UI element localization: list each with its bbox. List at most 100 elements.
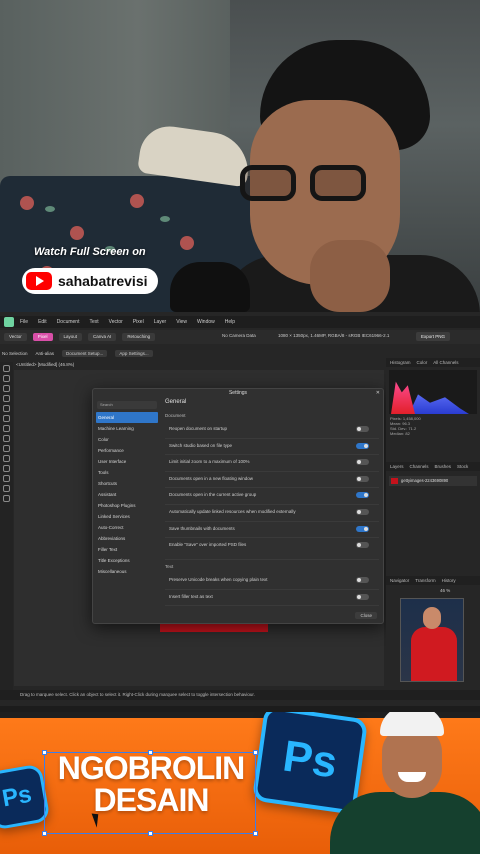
camera-info: No Camera Data: [222, 333, 256, 338]
flower-pattern: [180, 236, 194, 250]
histogram-graph: [389, 370, 477, 414]
app-logo-icon[interactable]: [4, 317, 14, 327]
close-button[interactable]: Close: [355, 612, 377, 619]
layer-item[interactable]: gettyimages-2243690890: [389, 476, 477, 486]
hand-tool-icon[interactable]: [3, 495, 10, 502]
menu-window[interactable]: Window: [197, 319, 215, 325]
resize-handle[interactable]: [148, 750, 153, 755]
tab-histogram[interactable]: Histogram: [390, 360, 411, 365]
lasso-tool-icon[interactable]: [3, 395, 10, 402]
toggle-switch[interactable]: [356, 459, 369, 466]
brush-tool-icon[interactable]: [3, 415, 10, 422]
category-filler-text[interactable]: Filler Text: [96, 544, 158, 555]
tab-channels[interactable]: Channels: [410, 464, 429, 469]
shape-tool-icon[interactable]: [3, 475, 10, 482]
crop-tool-icon[interactable]: [3, 405, 10, 412]
tab-brushes[interactable]: Brushes: [435, 464, 452, 469]
setting-label: Reopen document on startup: [169, 426, 228, 431]
toggle-switch[interactable]: [356, 525, 369, 532]
mode-layout[interactable]: Layout: [58, 333, 83, 341]
export-png-button[interactable]: Export PNG: [416, 332, 451, 341]
category-machine-learning[interactable]: Machine Learning: [96, 423, 158, 434]
app-settings-button[interactable]: App Settings...: [115, 349, 153, 357]
selection-box[interactable]: [42, 750, 258, 836]
menu-edit[interactable]: Edit: [38, 319, 47, 325]
resize-handle[interactable]: [42, 831, 47, 836]
document-tab[interactable]: <Untitled> [Modified] (46.8%): [16, 362, 74, 367]
menu-text[interactable]: Text: [89, 319, 98, 325]
menu-help[interactable]: Help: [225, 319, 235, 325]
settings-search-input[interactable]: Search: [97, 401, 157, 409]
category-color[interactable]: Color: [96, 434, 158, 445]
marquee-tool-icon[interactable]: [3, 385, 10, 392]
resize-handle[interactable]: [253, 750, 258, 755]
selection-tool-icon[interactable]: [3, 375, 10, 382]
host-body: [330, 792, 480, 854]
category-tools[interactable]: Tools: [96, 467, 158, 478]
setting-label: Limit initial zoom to a maximum of 100%: [169, 459, 250, 465]
menu-view[interactable]: View: [176, 319, 187, 325]
resize-handle[interactable]: [148, 831, 153, 836]
pen-tool-icon[interactable]: [3, 455, 10, 462]
category-user-interface[interactable]: User Interface: [96, 456, 158, 467]
retouching-button[interactable]: Retouching: [122, 333, 156, 341]
mode-vector[interactable]: Vector: [4, 333, 27, 341]
menu-document[interactable]: Document: [57, 319, 80, 325]
menu-layer[interactable]: Layer: [154, 319, 167, 325]
stat-median: Median: 82: [390, 431, 410, 436]
category-assistant[interactable]: Assistant: [96, 489, 158, 500]
category-title-exceptions[interactable]: Title Exceptions: [96, 555, 158, 566]
category-abbreviations[interactable]: Abbreviations: [96, 533, 158, 544]
category-auto-correct[interactable]: Auto-Correct: [96, 522, 158, 533]
tab-history[interactable]: History: [442, 578, 456, 583]
navigator-preview[interactable]: [400, 598, 464, 682]
resize-handle[interactable]: [253, 831, 258, 836]
setting-label: Documents open in the current active gro…: [169, 492, 257, 498]
toggle-switch[interactable]: [356, 426, 369, 432]
eraser-tool-icon[interactable]: [3, 425, 10, 432]
move-tool-icon[interactable]: [3, 365, 10, 372]
category-photoshop-plugins[interactable]: Photoshop Plugins: [96, 500, 158, 511]
glasses-lens: [240, 165, 296, 201]
document-setup-button[interactable]: Document Setup...: [62, 349, 108, 357]
toggle-switch[interactable]: [356, 442, 369, 449]
text-tool-icon[interactable]: [3, 465, 10, 472]
mode-pixel[interactable]: Pixel: [32, 333, 53, 341]
resize-handle[interactable]: [42, 750, 47, 755]
menu-bar: File Edit Document Text Vector Pixel Lay…: [0, 316, 480, 328]
menu-vector[interactable]: Vector: [109, 319, 123, 325]
toggle-switch[interactable]: [356, 593, 369, 600]
youtube-channel-badge[interactable]: sahabatrevisi: [22, 268, 158, 294]
anti-alias-checkbox[interactable]: Anti-alias: [36, 351, 55, 356]
setting-label: Documents open in a new floating window: [169, 475, 254, 481]
category-performance[interactable]: Performance: [96, 445, 158, 456]
category-miscellaneous[interactable]: Miscellaneous: [96, 566, 158, 577]
setting-label: Switch studio based on file type: [169, 442, 233, 448]
gradient-tool-icon[interactable]: [3, 445, 10, 452]
host-cap: [380, 712, 444, 736]
canva-ai-button[interactable]: Canva AI: [88, 333, 117, 341]
tab-color[interactable]: Color: [417, 360, 428, 365]
category-general[interactable]: General: [96, 412, 158, 423]
histogram-blue-channel: [409, 394, 469, 414]
navigator-zoom[interactable]: 46 %: [440, 588, 450, 593]
channel-select[interactable]: All Channels: [433, 360, 458, 365]
tab-transform[interactable]: Transform: [415, 578, 435, 583]
navigator-tabs: Navigator Transform History: [386, 576, 480, 585]
photoshop-logo-icon: Ps: [0, 763, 51, 831]
menu-pixel[interactable]: Pixel: [133, 319, 144, 325]
zoom-tool-icon[interactable]: [3, 485, 10, 492]
category-shortcuts[interactable]: Shortcuts: [96, 478, 158, 489]
menu-file[interactable]: File: [20, 319, 28, 325]
toggle-switch[interactable]: [356, 475, 369, 482]
fill-tool-icon[interactable]: [3, 435, 10, 442]
category-linked-services[interactable]: Linked Services: [96, 511, 158, 522]
tab-layers[interactable]: Layers: [390, 464, 404, 469]
tab-navigator[interactable]: Navigator: [390, 578, 409, 583]
toggle-switch[interactable]: [356, 542, 369, 549]
toggle-switch[interactable]: [356, 577, 369, 584]
tab-stock[interactable]: Stock: [457, 464, 468, 469]
toggle-switch[interactable]: [356, 492, 369, 499]
toggle-switch[interactable]: [356, 508, 369, 515]
close-icon[interactable]: ✕: [376, 390, 380, 396]
